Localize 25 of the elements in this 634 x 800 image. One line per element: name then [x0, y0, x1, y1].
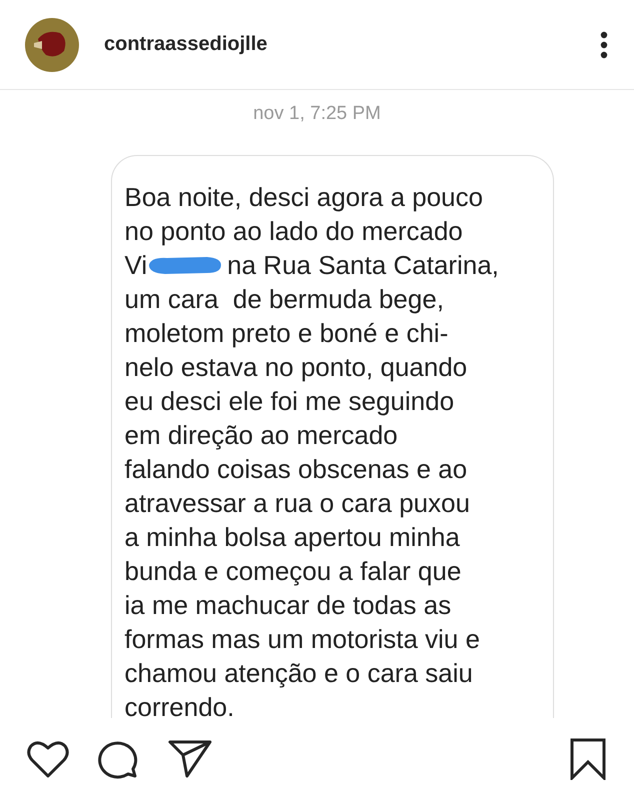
- message-text: bunda e começou a falar que: [124, 555, 462, 588]
- message-text: chamou atenção e o cara saiu: [124, 657, 473, 690]
- message-text: correndo.: [124, 691, 234, 718]
- bookmark-icon[interactable]: [570, 738, 606, 780]
- message-text: falando coisas obscenas e ao: [124, 453, 468, 486]
- avatar-icon[interactable]: [24, 16, 80, 72]
- more-options-icon[interactable]: [600, 30, 608, 58]
- message-text: moletom preto e boné e chi-: [124, 317, 448, 350]
- message-text: na Rua Santa Catarina,: [227, 249, 499, 282]
- message-text: ia me machucar de todas as: [124, 589, 452, 622]
- message-text: Vi: [124, 249, 148, 282]
- message-timestamp: nov 1, 7:25 PM: [253, 103, 381, 125]
- message-text: um cara de bermuda bege,: [124, 283, 444, 316]
- message-text: nelo estava no ponto, quando: [124, 351, 468, 384]
- message-text: em direção ao mercado: [124, 419, 398, 452]
- message-text: Boa noite, desci agora a pouco: [124, 181, 483, 214]
- send-icon[interactable]: [168, 739, 212, 779]
- message-text: no ponto ao lado do mercado: [124, 215, 463, 248]
- message-text: a minha bolsa apertou minha: [124, 521, 460, 554]
- username[interactable]: contraassediojlle: [104, 33, 576, 56]
- message-text: atravessar a rua o cara puxou: [124, 487, 470, 520]
- message-text: formas mas um motorista viu e: [124, 623, 480, 656]
- message-text: eu desci ele foi me seguindo: [124, 385, 454, 418]
- heart-icon[interactable]: [26, 739, 70, 779]
- comment-icon[interactable]: [98, 739, 140, 779]
